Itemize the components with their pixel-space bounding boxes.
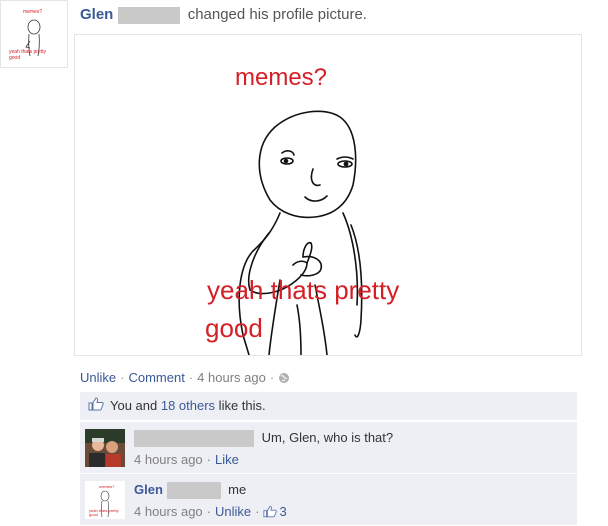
comment-body: Um, Glen, who is that? 4 hours ago · Like (134, 428, 393, 470)
likes-prefix: You and (110, 398, 161, 413)
comment-body: Glen me 4 hours ago · Unlike · 3 (134, 480, 287, 524)
comment-author-link[interactable]: Glen (134, 482, 163, 497)
glen-comment-avatar[interactable]: memes? yeah thats pretty good (85, 481, 125, 519)
comment-likes-count[interactable]: 3 (279, 504, 286, 519)
profile-avatar[interactable]: memes? yeah thats pretty good (0, 0, 68, 68)
commenter-avatar[interactable] (85, 429, 125, 467)
svg-text:memes?: memes? (23, 9, 42, 15)
thumbs-up-icon (88, 393, 104, 421)
comment-likes-thumb-icon[interactable] (263, 504, 278, 524)
redacted-author-surname (166, 482, 221, 500)
avatar-meme-image: memes? yeah thats pretty good (9, 9, 46, 61)
separator-dot: · (269, 370, 275, 385)
comment-text: me (228, 482, 247, 497)
unlike-link[interactable]: Unlike (80, 370, 116, 385)
story-timestamp[interactable]: 4 hours ago (197, 370, 266, 385)
likes-others-link[interactable]: 18 others (161, 398, 215, 413)
like-sentence: You and 18 others like this. (80, 392, 577, 421)
story-actions: Unlike · Comment · 4 hours ago · (80, 369, 290, 389)
separator-dot: · (120, 370, 125, 385)
likes-suffix: like this. (215, 398, 266, 413)
comment-link[interactable]: Comment (128, 370, 184, 385)
profile-picture-photo[interactable]: memes? yeah thats pretty good (74, 34, 582, 356)
separator-dot: · (188, 370, 194, 385)
story-verb: changed his profile picture. (187, 6, 367, 23)
svg-text:good: good (89, 512, 98, 517)
comment-like-link[interactable]: Like (215, 452, 239, 467)
svg-text:good: good (9, 55, 20, 61)
redacted-commenter-name (134, 430, 254, 448)
story-header: Glen changed his profile picture. (80, 5, 367, 25)
svg-text:memes?: memes? (99, 484, 115, 489)
meme-caption-bottom-line2: good (205, 313, 263, 343)
comment-text: Um, Glen, who is that? (261, 430, 394, 445)
globe-icon[interactable] (278, 371, 290, 389)
feedback-box: You and 18 others like this. Um, Glen, w… (80, 392, 577, 525)
meme-caption-top: memes? (235, 64, 327, 91)
separator-dot: · (206, 504, 212, 519)
actor-name-link[interactable]: Glen (80, 6, 113, 23)
comment-timestamp[interactable]: 4 hours ago (134, 504, 203, 519)
separator-dot: · (206, 452, 212, 467)
comment-item: memes? yeah thats pretty good Glen me 4 … (80, 473, 577, 525)
redacted-surname (117, 6, 180, 24)
comment-item: Um, Glen, who is that? 4 hours ago · Like (80, 421, 577, 473)
meme-caption-bottom-line1: yeah thats pretty (207, 275, 399, 305)
comment-unlike-link[interactable]: Unlike (215, 504, 251, 519)
separator-dot: · (255, 504, 260, 519)
comment-timestamp[interactable]: 4 hours ago (134, 452, 203, 467)
